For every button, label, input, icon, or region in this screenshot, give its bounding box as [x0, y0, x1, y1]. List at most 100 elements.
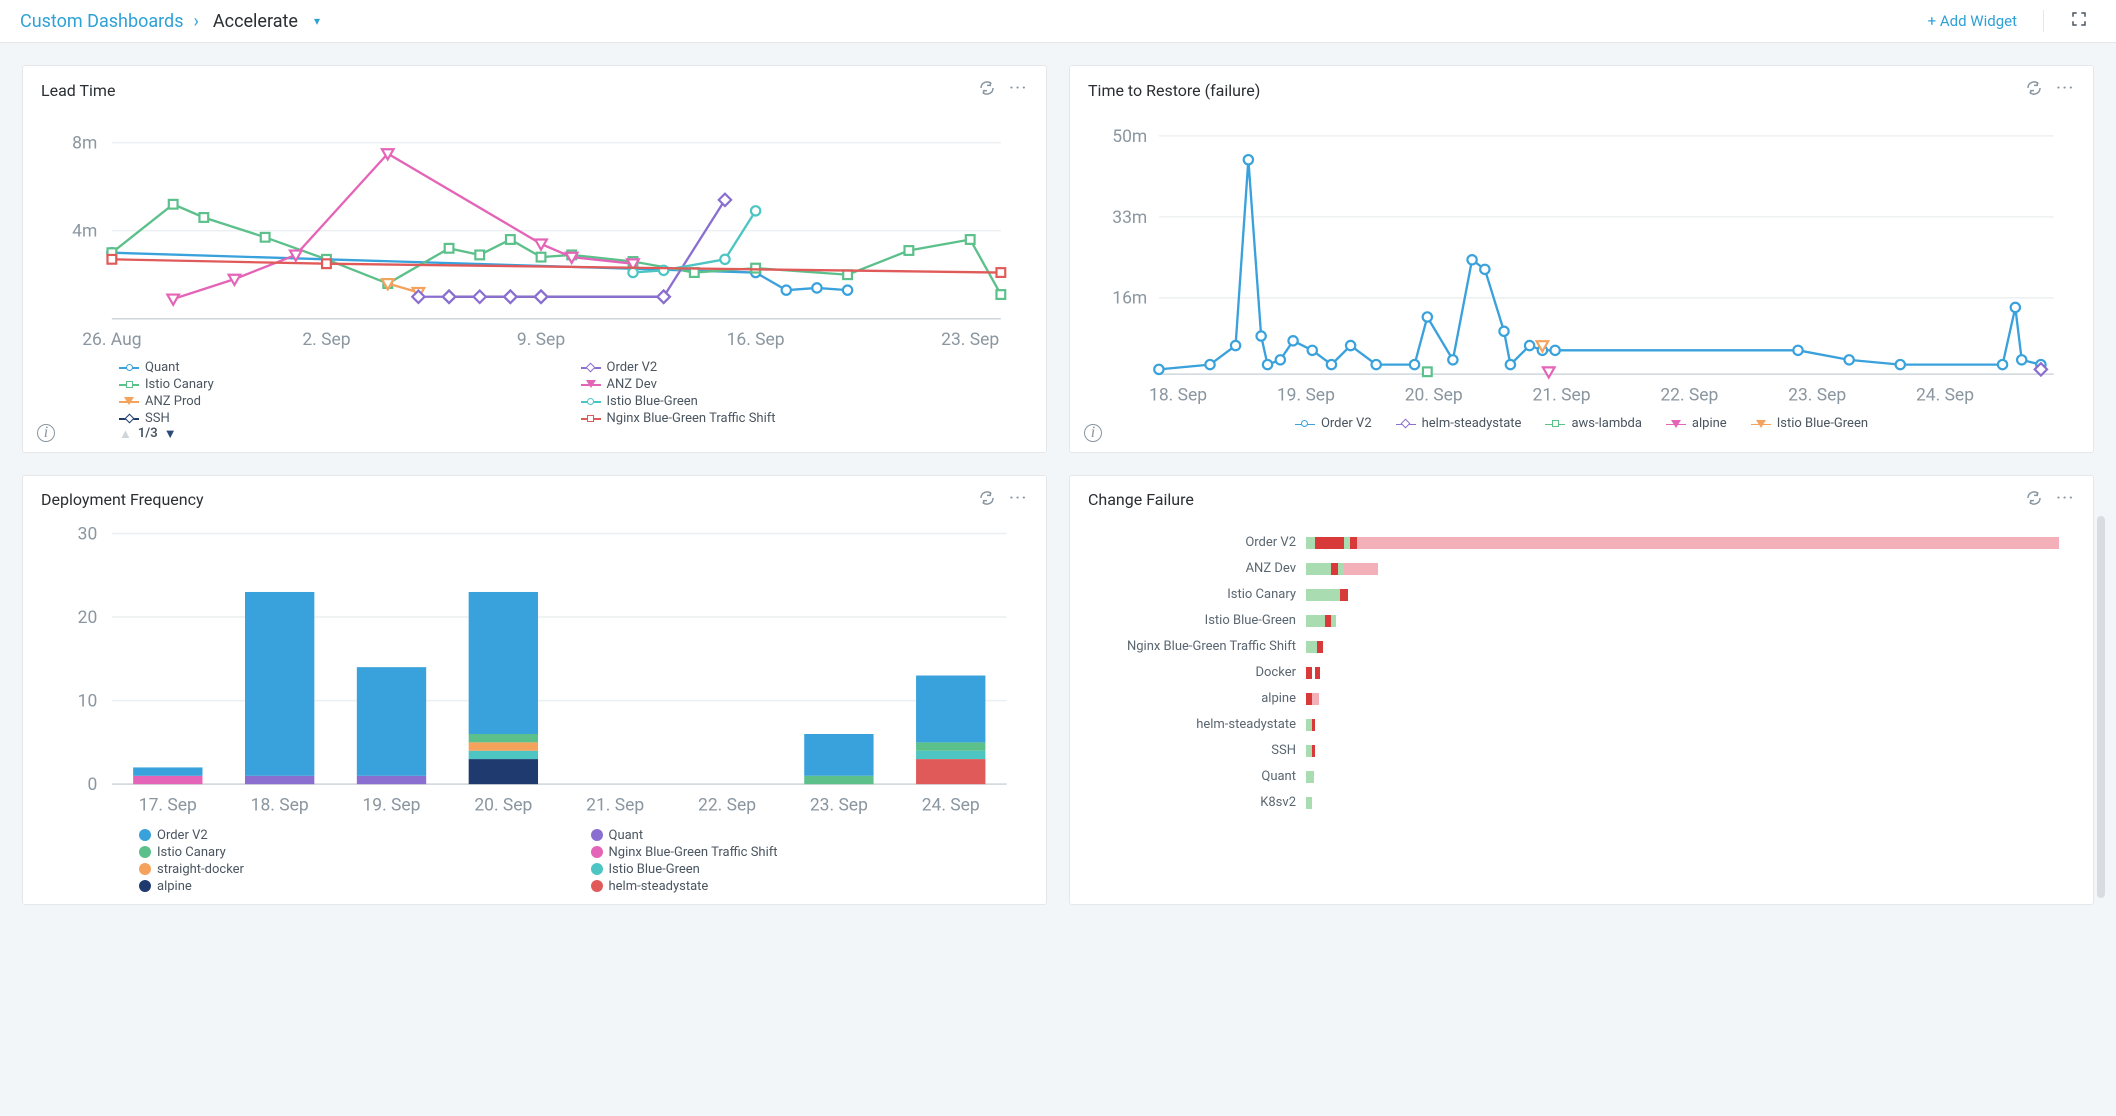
svg-text:8m: 8m — [72, 133, 97, 153]
deploy-chart: 010203017. Sep18. Sep19. Sep20. Sep21. S… — [39, 516, 1030, 822]
change-failure-row: helm-steadystate — [1086, 712, 2065, 738]
row-label: Istio Blue-Green — [1086, 613, 1296, 628]
legend-item[interactable]: Order V2 — [581, 360, 1031, 375]
more-icon[interactable]: ··· — [1009, 490, 1028, 510]
legend-item[interactable]: helm-steadystate — [1396, 416, 1522, 431]
widget-title: Deployment Frequency — [41, 490, 979, 509]
widget-title: Change Failure — [1088, 490, 2026, 509]
dashboard-switch-caret[interactable]: ▾ — [314, 14, 320, 28]
widget-change-failure: Change Failure ··· Order V2 ANZ Dev Istio … — [1069, 475, 2094, 905]
row-bar[interactable] — [1306, 563, 2065, 575]
refresh-icon[interactable] — [979, 490, 995, 510]
change-failure-row: Quant — [1086, 764, 2065, 790]
row-label: Order V2 — [1086, 535, 1296, 550]
legend-item[interactable]: Nginx Blue-Green Traffic Shift — [591, 845, 1031, 860]
svg-text:22. Sep: 22. Sep — [698, 795, 756, 815]
refresh-icon[interactable] — [2026, 80, 2042, 100]
svg-text:20. Sep: 20. Sep — [474, 795, 532, 815]
svg-text:23. Sep: 23. Sep — [1788, 385, 1846, 405]
legend-item[interactable]: Istio Blue-Green — [581, 394, 1031, 409]
row-bar[interactable] — [1306, 771, 2065, 783]
svg-text:24. Sep: 24. Sep — [922, 795, 980, 815]
change-failure-row: ANZ Dev — [1086, 556, 2065, 582]
page-header: Custom Dashboards › Accelerate ▾ + Add W… — [0, 0, 2116, 43]
svg-text:19. Sep: 19. Sep — [362, 795, 420, 815]
legend-pager: ▲ 1/3 ▼ — [119, 426, 1030, 442]
scrollbar[interactable] — [2097, 516, 2105, 898]
legend-item[interactable]: Istio Blue-Green — [591, 862, 1031, 877]
refresh-icon[interactable] — [979, 80, 995, 100]
widget-deployment-frequency: Deployment Frequency ··· 010203017. Sep1… — [22, 475, 1047, 905]
row-bar[interactable] — [1306, 589, 2065, 601]
svg-text:16. Sep: 16. Sep — [727, 330, 785, 350]
legend-item[interactable]: alpine — [1666, 416, 1727, 431]
widget-time-to-restore: Time to Restore (failure) ··· 16m 33m 50m 1… — [1069, 65, 2094, 453]
row-bar[interactable] — [1306, 667, 2065, 679]
row-bar[interactable] — [1306, 693, 2065, 705]
change-failure-row: Istio Canary — [1086, 582, 2065, 608]
svg-text:4m: 4m — [72, 222, 97, 242]
change-failure-row: Order V2 — [1086, 530, 2065, 556]
legend-item[interactable]: Order V2 — [139, 828, 579, 843]
restore-chart: 16m33m50m18. Sep19. Sep20. Sep21. Sep22.… — [1086, 106, 2077, 412]
svg-text:9. Sep: 9. Sep — [517, 330, 565, 350]
more-icon[interactable]: ··· — [2056, 80, 2075, 100]
info-icon[interactable]: i — [1084, 424, 1102, 442]
legend-item[interactable]: Istio Canary — [119, 377, 569, 392]
legend-item[interactable]: Order V2 — [1295, 416, 1372, 431]
svg-text:26. Aug: 26. Aug — [82, 330, 141, 350]
restore-legend: Order V2 helm-steadystate aws-lambda alpine… — [1086, 412, 2077, 431]
svg-text:19. Sep: 19. Sep — [1277, 385, 1335, 405]
legend-next-icon[interactable]: ▼ — [164, 426, 177, 442]
breadcrumb-title: Accelerate — [213, 11, 298, 32]
change-failure-row: Docker — [1086, 660, 2065, 686]
legend-item[interactable]: helm-steadystate — [591, 879, 1031, 894]
legend-item[interactable]: SSH — [119, 411, 569, 426]
legend-item[interactable]: ANZ Dev — [581, 377, 1031, 392]
refresh-icon[interactable] — [2026, 490, 2042, 510]
widget-title: Lead Time — [41, 81, 979, 100]
lead-time-legend: Quant Order V2 Istio Canary ANZ Dev ANZ Prod… — [39, 354, 1030, 426]
svg-text:24. Sep: 24. Sep — [1916, 385, 1974, 405]
legend-prev-icon[interactable]: ▲ — [119, 426, 132, 442]
svg-text:21. Sep: 21. Sep — [1533, 385, 1591, 405]
add-widget-button[interactable]: + Add Widget — [1928, 12, 2017, 30]
fullscreen-icon[interactable] — [2070, 10, 2088, 32]
svg-text:16m: 16m — [1112, 289, 1147, 309]
legend-item[interactable]: Istio Canary — [139, 845, 579, 860]
legend-item[interactable]: Nginx Blue-Green Traffic Shift — [581, 411, 1031, 426]
legend-item[interactable]: aws-lambda — [1545, 416, 1641, 431]
svg-text:30: 30 — [78, 524, 98, 544]
row-label: Istio Canary — [1086, 587, 1296, 602]
legend-item[interactable]: Quant — [119, 360, 569, 375]
row-label: SSH — [1086, 743, 1296, 758]
row-label: K8sv2 — [1086, 795, 1296, 810]
row-bar[interactable] — [1306, 719, 2065, 731]
breadcrumb-root[interactable]: Custom Dashboards — [20, 11, 184, 32]
legend-item[interactable]: straight-docker — [139, 862, 579, 877]
row-label: Docker — [1086, 665, 1296, 680]
more-icon[interactable]: ··· — [2056, 490, 2075, 510]
row-bar[interactable] — [1306, 537, 2065, 549]
svg-text:10: 10 — [78, 691, 98, 711]
widget-title: Time to Restore (failure) — [1088, 81, 2026, 100]
svg-text:18. Sep: 18. Sep — [251, 795, 309, 815]
svg-text:50m: 50m — [1112, 127, 1147, 147]
row-bar[interactable] — [1306, 797, 2065, 809]
legend-item[interactable]: ANZ Prod — [119, 394, 569, 409]
svg-text:23. Sep: 23. Sep — [941, 330, 999, 350]
header-divider — [2043, 10, 2044, 32]
info-icon[interactable]: i — [37, 424, 55, 442]
legend-item[interactable]: Quant — [591, 828, 1031, 843]
row-bar[interactable] — [1306, 641, 2065, 653]
lead-time-chart: 4m 8m 26. Aug 2. Sep 9. Sep 16. Sep 23. Sep — [39, 106, 1030, 354]
row-bar[interactable] — [1306, 745, 2065, 757]
legend-item[interactable]: alpine — [139, 879, 579, 894]
change-failure-row: SSH — [1086, 738, 2065, 764]
svg-text:2. Sep: 2. Sep — [302, 330, 350, 350]
row-label: alpine — [1086, 691, 1296, 706]
legend-item[interactable]: Istio Blue-Green — [1751, 416, 1868, 431]
row-bar[interactable] — [1306, 615, 2065, 627]
svg-text:33m: 33m — [1112, 208, 1147, 228]
more-icon[interactable]: ··· — [1009, 80, 1028, 100]
